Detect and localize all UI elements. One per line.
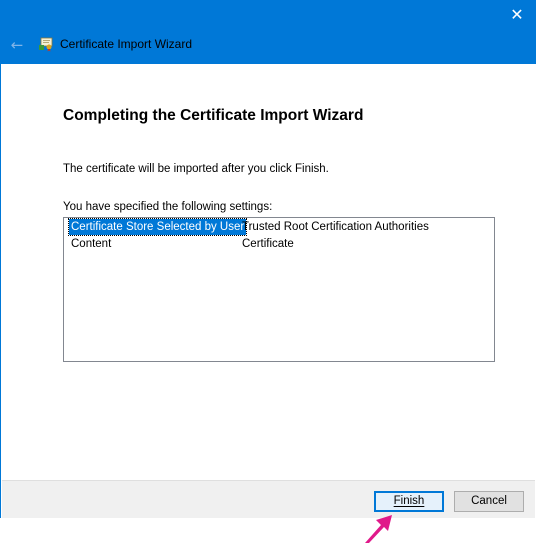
- settings-listbox[interactable]: Certificate Store Selected by User Trust…: [63, 217, 495, 362]
- certificate-icon: [39, 37, 53, 52]
- close-button[interactable]: ✕: [507, 6, 527, 24]
- title-bar: ✕ ← Certificate Import Wizard: [1, 0, 536, 64]
- setting-value: Trusted Root Certification Authorities: [242, 221, 429, 233]
- setting-key: Content: [71, 238, 112, 250]
- setting-key: Certificate Store Selected by User: [67, 218, 248, 236]
- list-item[interactable]: Certificate Store Selected by User Trust…: [64, 218, 494, 236]
- page-background: [0, 518, 536, 543]
- back-button[interactable]: ←: [7, 36, 27, 54]
- button-bar: Finish Cancel: [2, 480, 535, 518]
- page-heading: Completing the Certificate Import Wizard: [63, 107, 364, 124]
- wizard-content: Completing the Certificate Import Wizard…: [1, 64, 536, 480]
- list-item[interactable]: Content Certificate: [64, 236, 494, 252]
- finish-label: Finish: [393, 495, 425, 507]
- description-text: The certificate will be imported after y…: [63, 163, 329, 175]
- wizard-window: ✕ ← Certificate Import Wizard Completing…: [0, 0, 536, 518]
- arrow-pointer-icon: [365, 515, 392, 543]
- setting-value: Certificate: [242, 238, 294, 250]
- cancel-button[interactable]: Cancel: [454, 491, 524, 512]
- finish-button[interactable]: Finish: [374, 491, 444, 512]
- settings-label: You have specified the following setting…: [63, 201, 273, 213]
- window-title: Certificate Import Wizard: [60, 37, 193, 51]
